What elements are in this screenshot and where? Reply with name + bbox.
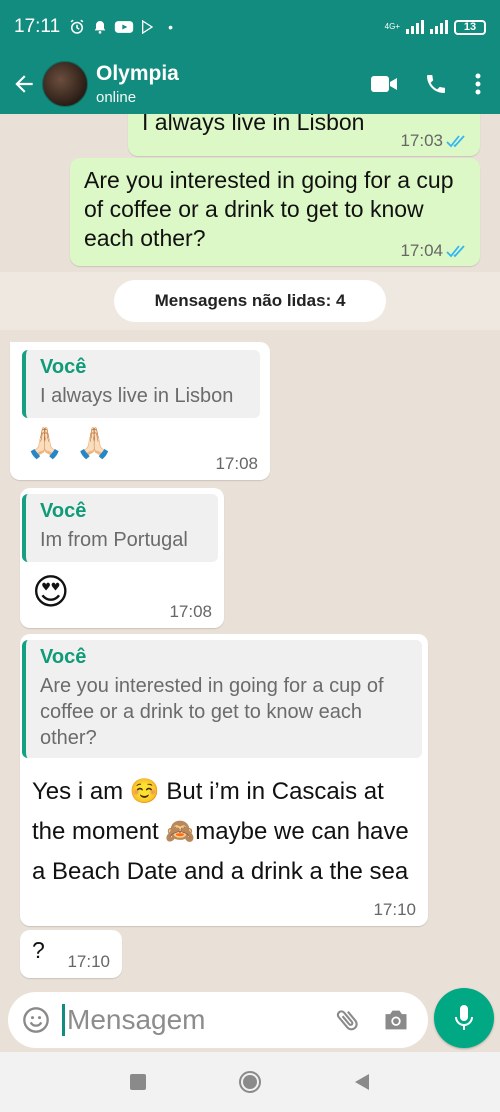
message-text: 😍	[32, 571, 70, 612]
play-store-icon	[142, 19, 154, 35]
composer	[0, 988, 500, 1052]
message-outgoing[interactable]: I always live in Lisbon 17:03	[128, 114, 480, 156]
camera-icon[interactable]	[376, 998, 416, 1042]
battery-level: 13	[463, 21, 477, 33]
message-text: 🙏🏻 🙏🏻	[26, 427, 116, 460]
more-vert-icon[interactable]	[474, 72, 482, 96]
quoted-reply[interactable]: Você I always live in Lisbon	[22, 350, 260, 418]
youtube-icon	[114, 21, 134, 33]
avatar[interactable]	[42, 61, 88, 107]
back-arrow-icon[interactable]	[6, 64, 42, 104]
message-time: 17:08	[169, 602, 212, 621]
message-input[interactable]	[67, 1004, 317, 1036]
quote-text: Im from Portugal	[40, 529, 188, 551]
quote-author: Você	[40, 356, 87, 378]
read-ticks-icon	[446, 245, 465, 258]
message-time: 17:10	[373, 900, 416, 919]
message-incoming[interactable]: Você Im from Portugal 😍 17:08	[20, 488, 224, 628]
contact-status: online	[96, 89, 137, 106]
unread-messages-divider: Mensagens não lidas: 4	[114, 280, 386, 322]
system-nav-bar	[0, 1052, 500, 1112]
status-time: 17:11	[14, 16, 61, 37]
status-notification-icons: •	[68, 18, 173, 36]
message-outgoing[interactable]: Are you interested in going for a cup of…	[70, 158, 480, 266]
mic-icon[interactable]	[434, 988, 494, 1048]
message-incoming[interactable]: ? 17:10	[20, 930, 122, 978]
quoted-reply[interactable]: Você Im from Portugal	[22, 494, 218, 562]
read-ticks-icon	[446, 135, 465, 148]
signal-icon	[406, 20, 424, 34]
nav-back-icon[interactable]	[306, 1052, 418, 1112]
quoted-reply[interactable]: Você Are you interested in going for a c…	[22, 640, 422, 758]
message-meta: 17:04	[400, 241, 468, 261]
contact-name: Olympia	[96, 62, 179, 85]
nav-circle-icon[interactable]	[194, 1052, 306, 1112]
battery-icon: 13	[454, 19, 486, 35]
status-bar: 17:11 • 4G+ 13	[0, 0, 500, 54]
dot-icon: •	[168, 19, 174, 35]
header-actions	[370, 72, 482, 96]
phone-icon[interactable]	[424, 72, 448, 96]
attach-icon[interactable]	[328, 998, 368, 1042]
message-time: 17:04	[400, 241, 443, 260]
chat-header: Olympia online	[0, 54, 500, 114]
emoji-icon[interactable]	[14, 998, 58, 1042]
chat-area[interactable]: I always live in Lisbon 17:03 Are you in…	[0, 114, 500, 988]
bell-icon	[94, 21, 106, 34]
message-incoming[interactable]: Você I always live in Lisbon 🙏🏻 🙏🏻 17:08	[10, 342, 270, 480]
video-call-icon[interactable]	[370, 74, 398, 94]
network-type: 4G+	[384, 22, 400, 31]
message-text: Are you interested in going for a cup of…	[84, 167, 454, 251]
alarm-icon	[70, 19, 84, 34]
message-text: ?	[32, 937, 45, 963]
signal-2-icon	[430, 20, 448, 34]
message-time: 17:03	[400, 131, 443, 150]
message-time: 17:08	[215, 454, 258, 473]
message-meta: 17:03	[400, 131, 468, 151]
message-time: 17:10	[67, 952, 110, 971]
contact-info[interactable]: Olympia online	[96, 62, 179, 106]
message-incoming[interactable]: Você Are you interested in going for a c…	[20, 634, 428, 926]
quote-text: Are you interested in going for a cup of…	[40, 675, 384, 749]
message-input-box[interactable]	[8, 992, 428, 1048]
quote-author: Você	[40, 500, 87, 522]
status-system-icons: 4G+ 13	[384, 19, 486, 35]
message-text: I always live in Lisbon	[142, 114, 365, 135]
message-text: Yes i am ☺️ But i’m in Cascais at the mo…	[32, 778, 409, 885]
nav-square-icon[interactable]	[82, 1052, 194, 1112]
quote-author: Você	[40, 646, 87, 668]
text-cursor	[62, 1004, 65, 1036]
quote-text: I always live in Lisbon	[40, 385, 234, 407]
